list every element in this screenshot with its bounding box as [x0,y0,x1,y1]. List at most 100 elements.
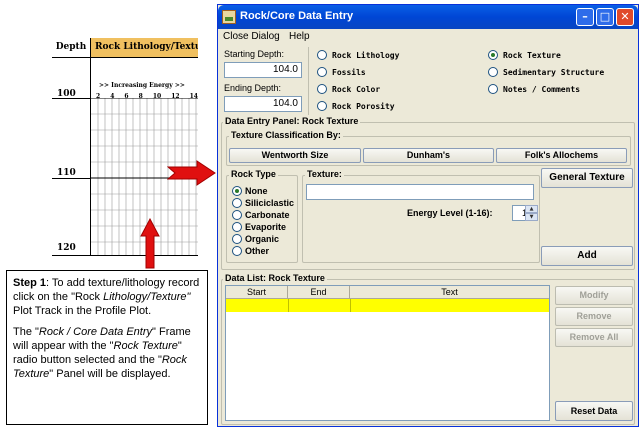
depth-line [52,178,90,179]
radio-label: Other [245,246,270,256]
radio-notes-comments[interactable]: Notes / Comments [488,84,580,94]
radio-label: None [245,186,268,196]
arrow-right-icon [167,160,216,186]
step-text: " Panel will be displayed. [49,368,171,380]
energy-level-label: Energy Level (1-16): [407,208,493,218]
radio-fossils[interactable]: Fossils [317,67,366,77]
column-header-start[interactable]: Start [226,286,288,299]
radio-sedimentary-structure[interactable]: Sedimentary Structure [488,67,604,77]
spinner-down-icon[interactable]: ▼ [525,213,538,221]
rock-lithology-texture-track-header[interactable]: Rock Lithology/Texture [91,38,198,57]
rock-type-carbonate[interactable]: Carbonate [232,210,290,220]
radio-label: Evaporite [245,222,287,232]
radio-dot[interactable] [317,50,327,60]
radio-rock-lithology[interactable]: Rock Lithology [317,50,399,60]
dunhams-button[interactable]: Dunham's [363,148,494,163]
data-list-title: Data List: Rock Texture [223,273,327,283]
radio-rock-texture[interactable]: Rock Texture [488,50,561,60]
depth-column-header: Depth [55,42,87,52]
radio-dot[interactable] [488,84,498,94]
radio-dot[interactable] [317,84,327,94]
radio-label: Sedimentary Structure [503,67,605,77]
energy-spinner-buttons: ▲ ▼ [525,205,538,221]
minimize-button[interactable]: – [576,8,594,26]
remove-all-button[interactable]: Remove All [555,328,633,347]
rock-type-other[interactable]: Other [232,246,269,256]
increasing-energy-label: >> Increasing Energy >> [99,82,185,89]
ending-depth-field[interactable]: 104.0 [224,96,302,112]
column-header-end[interactable]: End [288,286,350,299]
radio-label: Siliciclastic [245,198,295,208]
menu-close-dialog[interactable]: Close Dialog [223,31,280,42]
texture-title: Texture: [305,169,344,179]
radio-dot-selected[interactable] [232,186,242,196]
wentworth-size-button[interactable]: Wentworth Size [229,148,361,163]
radio-dot[interactable] [232,210,242,220]
general-texture-button[interactable]: General Texture [541,168,633,188]
step-paragraph-2: The "Rock / Core Data Entry" Frame will … [13,325,201,381]
radio-label: Organic [245,234,280,244]
folks-allochems-button[interactable]: Folk's Allochems [496,148,627,163]
depth-line [52,255,90,256]
step-paragraph-1: Step 1: To add texture/lithology record … [13,276,201,318]
step-text-emphasis: Rock / Core Data Entry [38,326,153,338]
radio-label: Rock Lithology [332,50,400,60]
profile-plot: Depth Rock Lithology/Texture >> Increasi… [52,38,198,256]
step-instructions: Step 1: To add texture/lithology record … [6,270,208,425]
rock-type-siliciclastic[interactable]: Siliciclastic [232,198,294,208]
depth-divider [308,47,309,115]
depth-label-110: 110 [57,168,76,178]
app-icon [222,10,236,24]
radio-dot-selected[interactable] [488,50,498,60]
radio-label: Notes / Comments [503,84,581,94]
step-text-emphasis: Rock Texture [113,340,178,352]
arrow-up-icon [140,218,160,269]
header-divider [52,57,198,58]
window-title: Rock/Core Data Entry [240,10,354,22]
rock-type-organic[interactable]: Organic [232,234,279,244]
remove-button[interactable]: Remove [555,307,633,326]
radio-dot[interactable] [317,101,327,111]
step-text: The " [13,326,39,338]
depth-line [52,98,90,99]
menu-help[interactable]: Help [289,31,310,42]
step-text: Plot Track in the Profile Plot. [13,305,152,317]
texture-field[interactable] [306,184,534,200]
radio-dot[interactable] [488,67,498,77]
radio-rock-color[interactable]: Rock Color [317,84,380,94]
step-text-emphasis: Lithology/Texture" [103,291,191,303]
data-list-table[interactable]: Start End Text [225,285,550,421]
radio-rock-porosity[interactable]: Rock Porosity [317,101,395,111]
reset-data-button[interactable]: Reset Data [555,401,633,421]
radio-dot[interactable] [317,67,327,77]
maximize-button[interactable]: □ [596,8,614,26]
title-bar[interactable]: Rock/Core Data Entry – □ ✕ [218,5,638,29]
column-header-text[interactable]: Text [350,286,549,299]
radio-label: Carbonate [245,210,290,220]
radio-label: Rock Porosity [332,101,395,111]
cell-separator [288,299,289,312]
radio-dot[interactable] [232,234,242,244]
close-button[interactable]: ✕ [616,8,634,26]
add-button[interactable]: Add [541,246,633,266]
menu-bar: Close Dialog Help [218,29,638,46]
texture-classification-title: Texture Classification By: [229,130,343,140]
data-entry-panel-title: Data Entry Panel: Rock Texture [223,116,361,126]
radio-label: Rock Texture [503,50,561,60]
spinner-up-icon[interactable]: ▲ [525,205,538,213]
rock-type-title: Rock Type [229,169,278,179]
radio-dot[interactable] [232,222,242,232]
radio-dot[interactable] [232,246,242,256]
rock-type-evaporite[interactable]: Evaporite [232,222,286,232]
step-label: Step 1 [13,277,47,289]
ending-depth-label: Ending Depth: [224,83,282,93]
rock-type-none[interactable]: None [232,186,268,196]
table-row-selected[interactable] [226,299,549,312]
modify-button[interactable]: Modify [555,286,633,305]
radio-dot[interactable] [232,198,242,208]
depth-label-120: 120 [57,243,76,253]
cell-separator [350,299,351,312]
starting-depth-label: Starting Depth: [224,49,285,59]
starting-depth-field[interactable]: 104.0 [224,62,302,78]
radio-label: Rock Color [332,84,381,94]
